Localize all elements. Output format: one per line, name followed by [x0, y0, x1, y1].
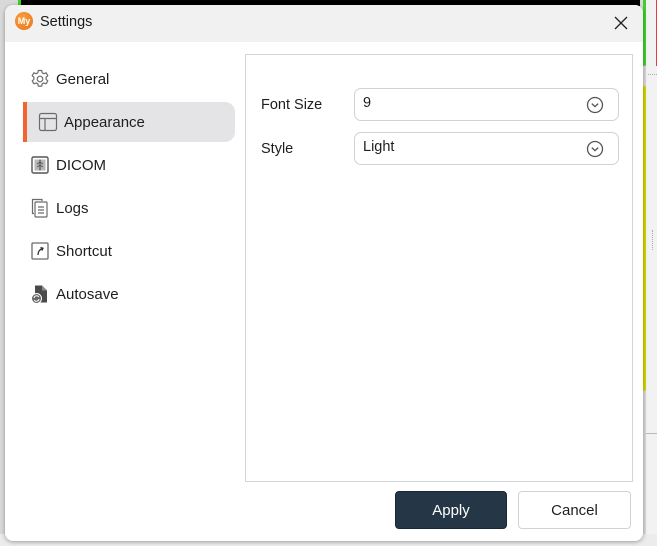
font-size-value: 9 — [363, 95, 372, 111]
sidebar-item-label: Shortcut — [56, 242, 112, 260]
background-app-edge — [646, 0, 657, 546]
sidebar-item-shortcut[interactable]: Shortcut — [23, 231, 235, 271]
dialog-title: Settings — [40, 14, 93, 30]
appearance-settings-panel: Font Size 9 Style Light — [245, 54, 633, 482]
layout-icon — [38, 112, 58, 132]
sidebar-item-label: General — [56, 70, 110, 88]
sidebar-item-autosave[interactable]: Autosave — [23, 274, 235, 314]
documents-icon — [31, 198, 48, 218]
shortcut-arrow-icon — [31, 242, 49, 260]
background-divider — [652, 230, 653, 250]
background-divider — [648, 74, 657, 75]
font-size-label: Font Size — [261, 97, 323, 113]
close-icon — [614, 16, 628, 30]
sidebar-item-label: Autosave — [56, 285, 119, 303]
style-select[interactable]: Light — [354, 132, 619, 165]
cancel-button[interactable]: Cancel — [518, 491, 631, 529]
background-divider — [646, 433, 657, 434]
sidebar-item-label: Logs — [56, 199, 89, 217]
sidebar-item-logs[interactable]: Logs — [23, 188, 235, 228]
chevron-down-icon — [586, 140, 604, 158]
app-logo: My — [15, 12, 33, 30]
close-button[interactable] — [607, 9, 635, 37]
background-indicator — [643, 86, 646, 391]
sidebar-item-label: Appearance — [64, 113, 145, 131]
sidebar-item-dicom[interactable]: DICOM — [23, 145, 235, 185]
style-value: Light — [363, 139, 395, 155]
autosave-file-icon — [31, 285, 47, 304]
chevron-down-icon — [586, 96, 604, 114]
background-indicator — [643, 0, 646, 66]
apply-button[interactable]: Apply — [395, 491, 507, 529]
style-label: Style — [261, 141, 294, 157]
sidebar-item-appearance[interactable]: Appearance — [23, 102, 235, 142]
xray-icon — [31, 156, 49, 174]
settings-dialog: My Settings General Appearance DICOM Log… — [5, 5, 643, 541]
gear-icon — [31, 69, 49, 87]
sidebar-item-general[interactable]: General — [23, 59, 235, 99]
sidebar-item-label: DICOM — [56, 156, 106, 174]
title-bar: My Settings — [5, 5, 643, 42]
font-size-select[interactable]: 9 — [354, 88, 619, 121]
